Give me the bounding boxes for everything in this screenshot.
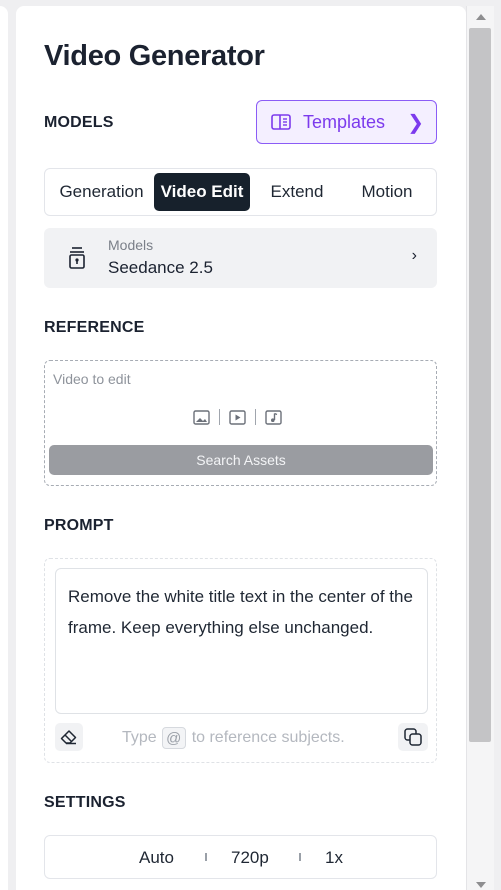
scrollbar-thumb[interactable] [469, 28, 491, 742]
mode-tabs: Generation Video Edit Extend Motion [44, 168, 437, 216]
video-icon[interactable] [229, 409, 246, 425]
reference-section-label: REFERENCE [44, 319, 145, 336]
tab-extend[interactable]: Extend [250, 173, 344, 211]
divider [219, 409, 220, 425]
resolution-option[interactable]: 720p [231, 848, 269, 868]
chevron-right-icon: › [411, 247, 417, 264]
model-icon [69, 247, 85, 269]
audio-icon[interactable] [265, 409, 282, 425]
model-picker-value: Seedance 2.5 [108, 258, 213, 277]
divider [299, 853, 301, 861]
prompt-textarea[interactable]: Remove the white title text in the cente… [55, 568, 428, 714]
settings-section-label: SETTINGS [44, 794, 126, 811]
scroll-down-icon[interactable] [476, 882, 486, 888]
image-icon[interactable] [193, 409, 210, 425]
chevron-right-icon: ❯ [407, 111, 424, 134]
clear-prompt-button[interactable] [55, 723, 83, 751]
reference-placeholder: Video to edit [53, 371, 131, 387]
video-generator-panel: Video Generator MODELS Templates ❯ Gener… [16, 6, 466, 890]
search-assets-button[interactable]: Search Assets [49, 445, 433, 475]
prompt-container: Remove the white title text in the cente… [44, 558, 437, 763]
scrollbar[interactable] [466, 6, 494, 890]
divider [205, 853, 207, 861]
left-panel-edge [0, 6, 8, 890]
reference-dropzone[interactable]: Video to edit Search Assets [44, 360, 437, 486]
aspect-ratio-option[interactable]: Auto [139, 848, 174, 868]
panel-title: Video Generator [44, 40, 265, 72]
settings-row: Auto 720p 1x [44, 835, 437, 879]
model-picker[interactable]: Models Seedance 2.5 › [44, 228, 437, 288]
copy-icon [404, 728, 422, 746]
templates-button[interactable]: Templates ❯ [256, 100, 437, 144]
models-section-label: MODELS [44, 114, 114, 131]
tab-video-edit[interactable]: Video Edit [154, 173, 250, 211]
speed-option[interactable]: 1x [325, 848, 343, 868]
model-picker-label: Models [108, 237, 154, 253]
scroll-up-icon[interactable] [476, 14, 486, 20]
eraser-icon [60, 730, 77, 745]
mention-token: @ [161, 727, 186, 749]
prompt-hint-prefix: Type [122, 729, 157, 746]
copy-prompt-button[interactable] [398, 723, 428, 751]
prompt-hint: Type @ to reference subjects. [122, 727, 345, 749]
divider [255, 409, 256, 425]
reference-type-icons [193, 409, 282, 425]
tab-generation[interactable]: Generation [49, 173, 154, 211]
prompt-section-label: PROMPT [44, 517, 114, 534]
prompt-hint-suffix: to reference subjects. [191, 729, 345, 746]
book-open-icon [271, 114, 291, 130]
tab-motion[interactable]: Motion [344, 173, 430, 211]
templates-button-label: Templates [303, 111, 386, 132]
